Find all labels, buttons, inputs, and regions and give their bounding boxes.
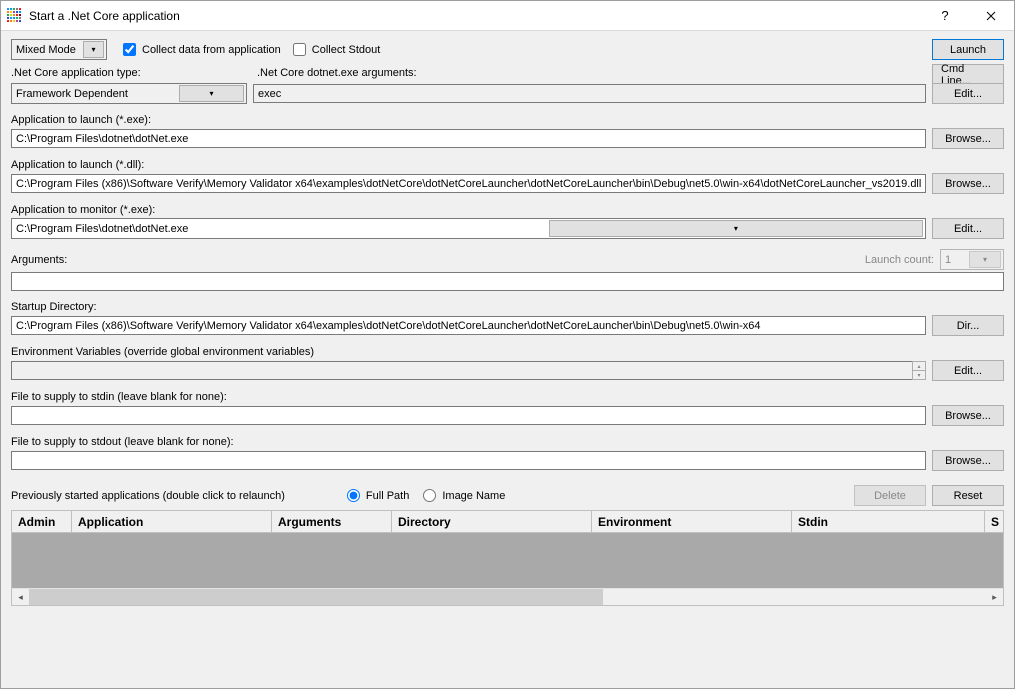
launch-button[interactable]: Launch: [932, 39, 1004, 60]
col-directory[interactable]: Directory: [392, 511, 592, 533]
imagename-radio[interactable]: Image Name: [423, 489, 505, 502]
history-label: Previously started applications (double …: [11, 490, 285, 502]
browse-launch-dll-button[interactable]: Browse...: [932, 173, 1004, 194]
startup-dir-label: Startup Directory:: [11, 301, 1004, 313]
dir-button[interactable]: Dir...: [932, 315, 1004, 336]
chevron-down-icon: [969, 251, 1001, 268]
app-icon: [7, 8, 23, 24]
col-environment[interactable]: Environment: [592, 511, 792, 533]
col-stdin[interactable]: Stdin: [792, 511, 985, 533]
launch-dll-label: Application to launch (*.dll):: [11, 159, 1004, 171]
chevron-down-icon: [549, 220, 923, 237]
browse-stdin-button[interactable]: Browse...: [932, 405, 1004, 426]
col-application[interactable]: Application: [72, 511, 272, 533]
monitor-exe-combo[interactable]: C:\Program Files\dotnet\dotNet.exe: [11, 218, 926, 239]
stdin-input[interactable]: [11, 406, 926, 425]
col-admin[interactable]: Admin: [12, 511, 72, 533]
mode-combo-value: Mixed Mode: [16, 44, 81, 56]
collect-stdout-checkbox[interactable]: Collect Stdout: [293, 43, 380, 56]
imagename-radio-label: Image Name: [442, 490, 505, 502]
collect-stdout-label: Collect Stdout: [312, 44, 380, 56]
stdout-label: File to supply to stdout (leave blank fo…: [11, 436, 1004, 448]
collect-data-label: Collect data from application: [142, 44, 281, 56]
browse-stdout-button[interactable]: Browse...: [932, 450, 1004, 471]
col-s[interactable]: S: [985, 511, 1003, 533]
scroll-thumb[interactable]: [29, 589, 603, 605]
args-input[interactable]: [253, 84, 926, 103]
app-type-label: .Net Core application type:: [11, 67, 251, 79]
arguments-input[interactable]: [11, 272, 1004, 291]
close-button[interactable]: [968, 1, 1014, 31]
launch-dll-input[interactable]: [11, 174, 926, 193]
fullpath-radio-label: Full Path: [366, 490, 409, 502]
edit-monitor-button[interactable]: Edit...: [932, 218, 1004, 239]
chevron-down-icon: [179, 85, 244, 102]
launch-exe-label: Application to launch (*.exe):: [11, 114, 1004, 126]
launch-count-combo: 1: [940, 249, 1004, 270]
col-arguments[interactable]: Arguments: [272, 511, 392, 533]
chevron-down-icon: [83, 41, 104, 58]
launch-count-label: Launch count:: [865, 254, 934, 266]
scroll-left-icon[interactable]: ◂: [12, 589, 29, 606]
env-vars-input[interactable]: [11, 361, 912, 380]
args-label: .Net Core dotnet.exe arguments:: [257, 67, 417, 79]
grid-header: Admin Application Arguments Directory En…: [12, 511, 1003, 533]
grid-body: [12, 533, 1003, 588]
window-title: Start a .Net Core application: [29, 9, 922, 23]
launch-exe-input[interactable]: [11, 129, 926, 148]
scroll-right-icon[interactable]: ▸: [986, 589, 1003, 606]
history-grid[interactable]: Admin Application Arguments Directory En…: [11, 510, 1004, 606]
reset-button[interactable]: Reset: [932, 485, 1004, 506]
env-vars-label: Environment Variables (override global e…: [11, 346, 1004, 358]
grid-hscroll[interactable]: ◂ ▸: [12, 588, 1003, 605]
app-type-value: Framework Dependent: [16, 88, 177, 100]
titlebar: Start a .Net Core application ?: [1, 1, 1014, 31]
startup-dir-input[interactable]: [11, 316, 926, 335]
arguments-label: Arguments:: [11, 254, 67, 266]
env-vars-spinner[interactable]: ▴▾: [912, 361, 926, 380]
stdout-input[interactable]: [11, 451, 926, 470]
collect-data-checkbox[interactable]: Collect data from application: [123, 43, 281, 56]
monitor-exe-value: C:\Program Files\dotnet\dotNet.exe: [16, 223, 547, 235]
edit-env-button[interactable]: Edit...: [932, 360, 1004, 381]
app-type-combo[interactable]: Framework Dependent: [11, 83, 247, 104]
monitor-exe-label: Application to monitor (*.exe):: [11, 204, 1004, 216]
browse-launch-exe-button[interactable]: Browse...: [932, 128, 1004, 149]
stdin-label: File to supply to stdin (leave blank for…: [11, 391, 1004, 403]
help-button[interactable]: ?: [922, 1, 968, 31]
delete-button: Delete: [854, 485, 926, 506]
client-area: Mixed Mode Collect data from application…: [1, 31, 1014, 688]
launch-count-value: 1: [945, 254, 967, 266]
mode-combo[interactable]: Mixed Mode: [11, 39, 107, 60]
fullpath-radio[interactable]: Full Path: [347, 489, 409, 502]
edit-args-button[interactable]: Edit...: [932, 83, 1004, 104]
